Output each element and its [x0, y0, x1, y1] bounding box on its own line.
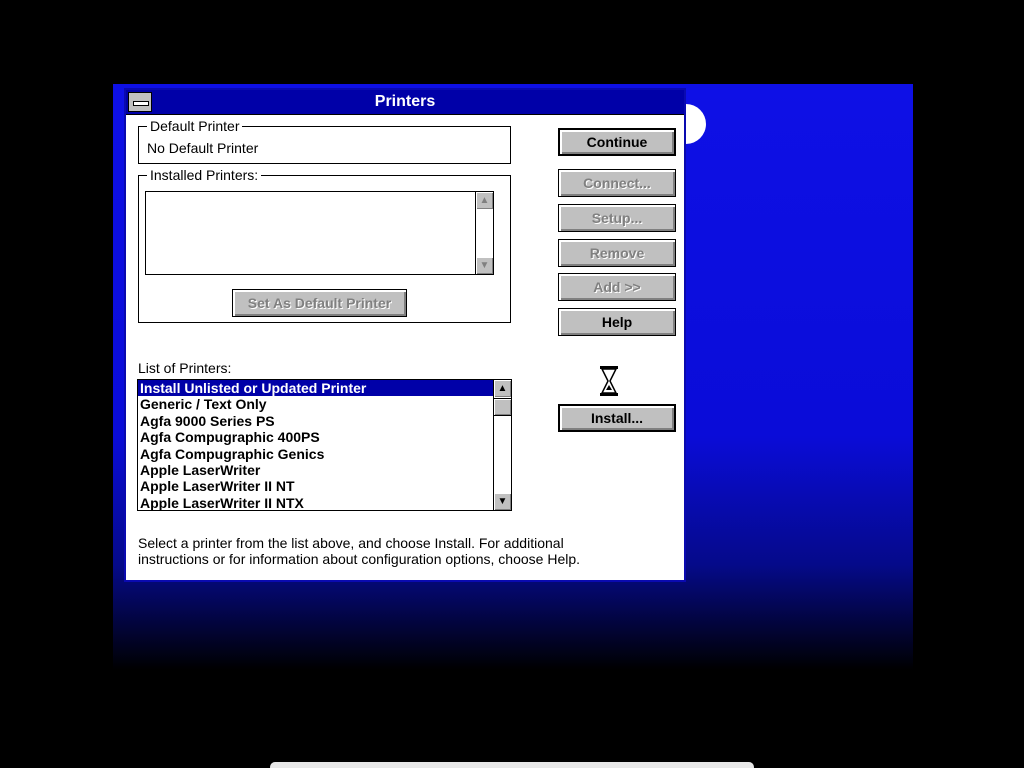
- default-printer-group: Default Printer No Default Printer: [138, 118, 511, 164]
- arrow-down-icon[interactable]: ▼: [494, 493, 511, 510]
- title-bar: Printers: [126, 90, 684, 115]
- installed-printers-group: Installed Printers: ▲ ▼ Set As Default P…: [138, 167, 511, 323]
- bottom-bar: [270, 762, 754, 768]
- set-default-printer-button[interactable]: Set As Default Printer: [232, 289, 407, 317]
- add-button[interactable]: Add >>: [558, 273, 676, 301]
- list-of-printers-label: List of Printers:: [138, 360, 232, 376]
- instructions-line-1: Select a printer from the list above, an…: [138, 535, 564, 551]
- instructions-line-2: instructions or for information about co…: [138, 551, 581, 567]
- printer-list-item[interactable]: Install Unlisted or Updated Printer: [138, 380, 493, 397]
- continue-button[interactable]: Continue: [558, 128, 676, 156]
- remove-button[interactable]: Remove: [558, 239, 676, 267]
- printer-list-item[interactable]: Apple LaserWriter: [138, 462, 493, 478]
- printer-list-item[interactable]: Agfa Compugraphic Genics: [138, 446, 493, 462]
- setup-button[interactable]: Setup...: [558, 204, 676, 232]
- installed-printers-label: Installed Printers:: [147, 167, 262, 183]
- install-button[interactable]: Install...: [558, 404, 676, 432]
- window-title: Printers: [374, 93, 436, 110]
- printer-list-item[interactable]: Agfa Compugraphic 400PS: [138, 429, 493, 445]
- arrow-up-icon[interactable]: ▲: [494, 380, 511, 397]
- default-printer-label: Default Printer: [147, 118, 243, 134]
- arrow-down-icon[interactable]: ▼: [476, 257, 493, 274]
- arrow-up-icon[interactable]: ▲: [476, 192, 493, 209]
- printer-items: Install Unlisted or Updated Printer Gener…: [138, 380, 493, 510]
- printer-list-scrollbar[interactable]: ▲ ▼: [493, 380, 511, 510]
- scroll-thumb[interactable]: [494, 398, 511, 416]
- list-of-printers[interactable]: Install Unlisted or Updated Printer Gener…: [137, 379, 512, 511]
- hourglass-icon: [600, 366, 618, 396]
- printer-list-item[interactable]: Agfa 9000 Series PS: [138, 413, 493, 429]
- screen: Printers Default Printer No Default Prin…: [0, 0, 1024, 768]
- default-printer-value: No Default Printer: [147, 140, 259, 156]
- printer-list-item[interactable]: Generic / Text Only: [138, 396, 493, 412]
- installed-printers-scrollbar[interactable]: ▲ ▼: [475, 192, 493, 274]
- connect-button[interactable]: Connect...: [558, 169, 676, 197]
- printers-dialog: Printers Default Printer No Default Prin…: [124, 88, 686, 582]
- printer-list-item[interactable]: Apple LaserWriter II NT: [138, 478, 493, 494]
- printer-list-item[interactable]: Apple LaserWriter II NTX: [138, 495, 493, 510]
- help-button[interactable]: Help: [558, 308, 676, 336]
- installed-printers-list[interactable]: ▲ ▼: [145, 191, 494, 275]
